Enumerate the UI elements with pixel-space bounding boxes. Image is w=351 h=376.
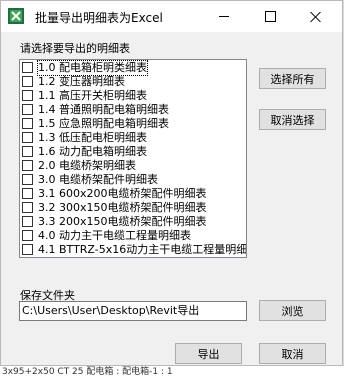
list-item-label: 3.3 200x150电缆桥架配件明细表	[38, 215, 207, 228]
app-icon	[8, 8, 24, 24]
select-prompt-label: 请选择要导出的明细表	[20, 42, 130, 55]
list-item[interactable]: 3.0 电缆桥架配件明细表	[20, 173, 246, 188]
checkbox[interactable]	[22, 216, 33, 227]
checkbox[interactable]	[22, 160, 33, 171]
checkbox[interactable]	[22, 202, 33, 213]
select-all-button[interactable]: 选择所有	[259, 68, 326, 89]
browse-button[interactable]: 浏览	[259, 300, 326, 321]
checkbox[interactable]	[22, 146, 33, 157]
list-item-label: 1.4 普通照明配电箱明细表	[38, 103, 169, 116]
list-item[interactable]: 4.1 BTTRZ-5x16动力主干电缆工程量明细	[20, 243, 247, 257]
window-title: 批量导出明细表为Excel	[35, 11, 163, 25]
list-item[interactable]: 3.1 600x200电缆桥架配件明细表	[20, 187, 246, 202]
checkbox[interactable]	[22, 174, 33, 185]
save-path-input[interactable]: C:\Users\User\Desktop\Revit导出	[19, 301, 247, 321]
background-status-text: 3x95+2x50 CT 25 配电箱 : 配电箱-1 : 1	[2, 367, 173, 376]
minimize-button[interactable]	[201, 1, 247, 32]
minimize-icon	[219, 16, 229, 17]
list-item[interactable]: 2.0 电缆桥架明细表	[20, 159, 246, 174]
background-window-edge	[343, 0, 351, 366]
close-button[interactable]	[293, 1, 339, 32]
list-item[interactable]: 1.3 低压配电柜明细表	[20, 131, 246, 146]
list-item[interactable]: 1.2 变压器明细表	[20, 75, 246, 90]
list-item[interactable]: 1.0 配电箱柜明类细表	[20, 60, 246, 76]
title-bar[interactable]: 批量导出明细表为Excel	[1, 1, 342, 32]
checkbox[interactable]	[22, 188, 33, 199]
export-button[interactable]: 导出	[175, 343, 242, 364]
checkbox[interactable]	[22, 118, 33, 129]
list-item[interactable]: 1.5 应急照明配电箱明细表	[20, 117, 246, 132]
checkbox[interactable]	[22, 244, 33, 255]
checkbox[interactable]	[22, 104, 33, 115]
list-item-label: 1.5 应急照明配电箱明细表	[38, 117, 169, 130]
checkbox[interactable]	[22, 90, 33, 101]
list-item[interactable]: 3.3 200x150电缆桥架配件明细表	[20, 215, 246, 230]
list-item[interactable]: 4.0 动力主干电缆工程量明细表	[20, 229, 246, 244]
schedule-checklist[interactable]: 1.0 配电箱柜明类细表 1.2 变压器明细表 1.1 高压开关柜明细表 1.4…	[19, 59, 247, 258]
background-status-bar: 3x95+2x50 CT 25 配电箱 : 配电箱-1 : 1	[0, 366, 351, 376]
checkbox[interactable]	[22, 132, 33, 143]
list-item-label: 1.6 动力配电箱明细表	[38, 145, 147, 158]
checkbox[interactable]	[22, 76, 33, 87]
close-icon	[310, 11, 322, 23]
cancel-button[interactable]: 取消	[259, 343, 326, 364]
list-item[interactable]: 1.6 动力配电箱明细表	[20, 145, 246, 160]
deselect-all-button[interactable]: 取消选择	[259, 109, 326, 130]
list-item-label: 1.0 配电箱柜明类细表	[37, 60, 148, 76]
list-item-label: 4.1 BTTRZ-5x16动力主干电缆工程量明细	[38, 243, 247, 256]
list-item-label: 3.2 300x150电缆桥架配件明细表	[38, 201, 207, 214]
maximize-icon	[264, 11, 276, 22]
list-item-label: 3.1 600x200电缆桥架配件明细表	[38, 187, 207, 200]
list-item-label: 2.0 电缆桥架明细表	[38, 159, 136, 172]
list-item-label: 3.0 电缆桥架配件明细表	[38, 173, 158, 186]
list-item-label: 1.2 变压器明细表	[38, 75, 125, 88]
checkbox[interactable]	[22, 230, 33, 241]
list-item[interactable]: 1.1 高压开关柜明细表	[20, 89, 246, 104]
export-dialog: 批量导出明细表为Excel 请选择要导出的明细表 1.0 配电箱柜明类细表 1.…	[0, 0, 343, 366]
list-item[interactable]: 1.4 普通照明配电箱明细表	[20, 103, 246, 118]
checkbox[interactable]	[22, 62, 33, 73]
list-item-label: 4.0 动力主干电缆工程量明细表	[38, 229, 191, 242]
list-item-label: 1.3 低压配电柜明细表	[38, 131, 147, 144]
maximize-button[interactable]	[247, 1, 293, 32]
list-item[interactable]: 3.2 300x150电缆桥架配件明细表	[20, 201, 246, 216]
list-item-label: 1.1 高压开关柜明细表	[38, 89, 147, 102]
